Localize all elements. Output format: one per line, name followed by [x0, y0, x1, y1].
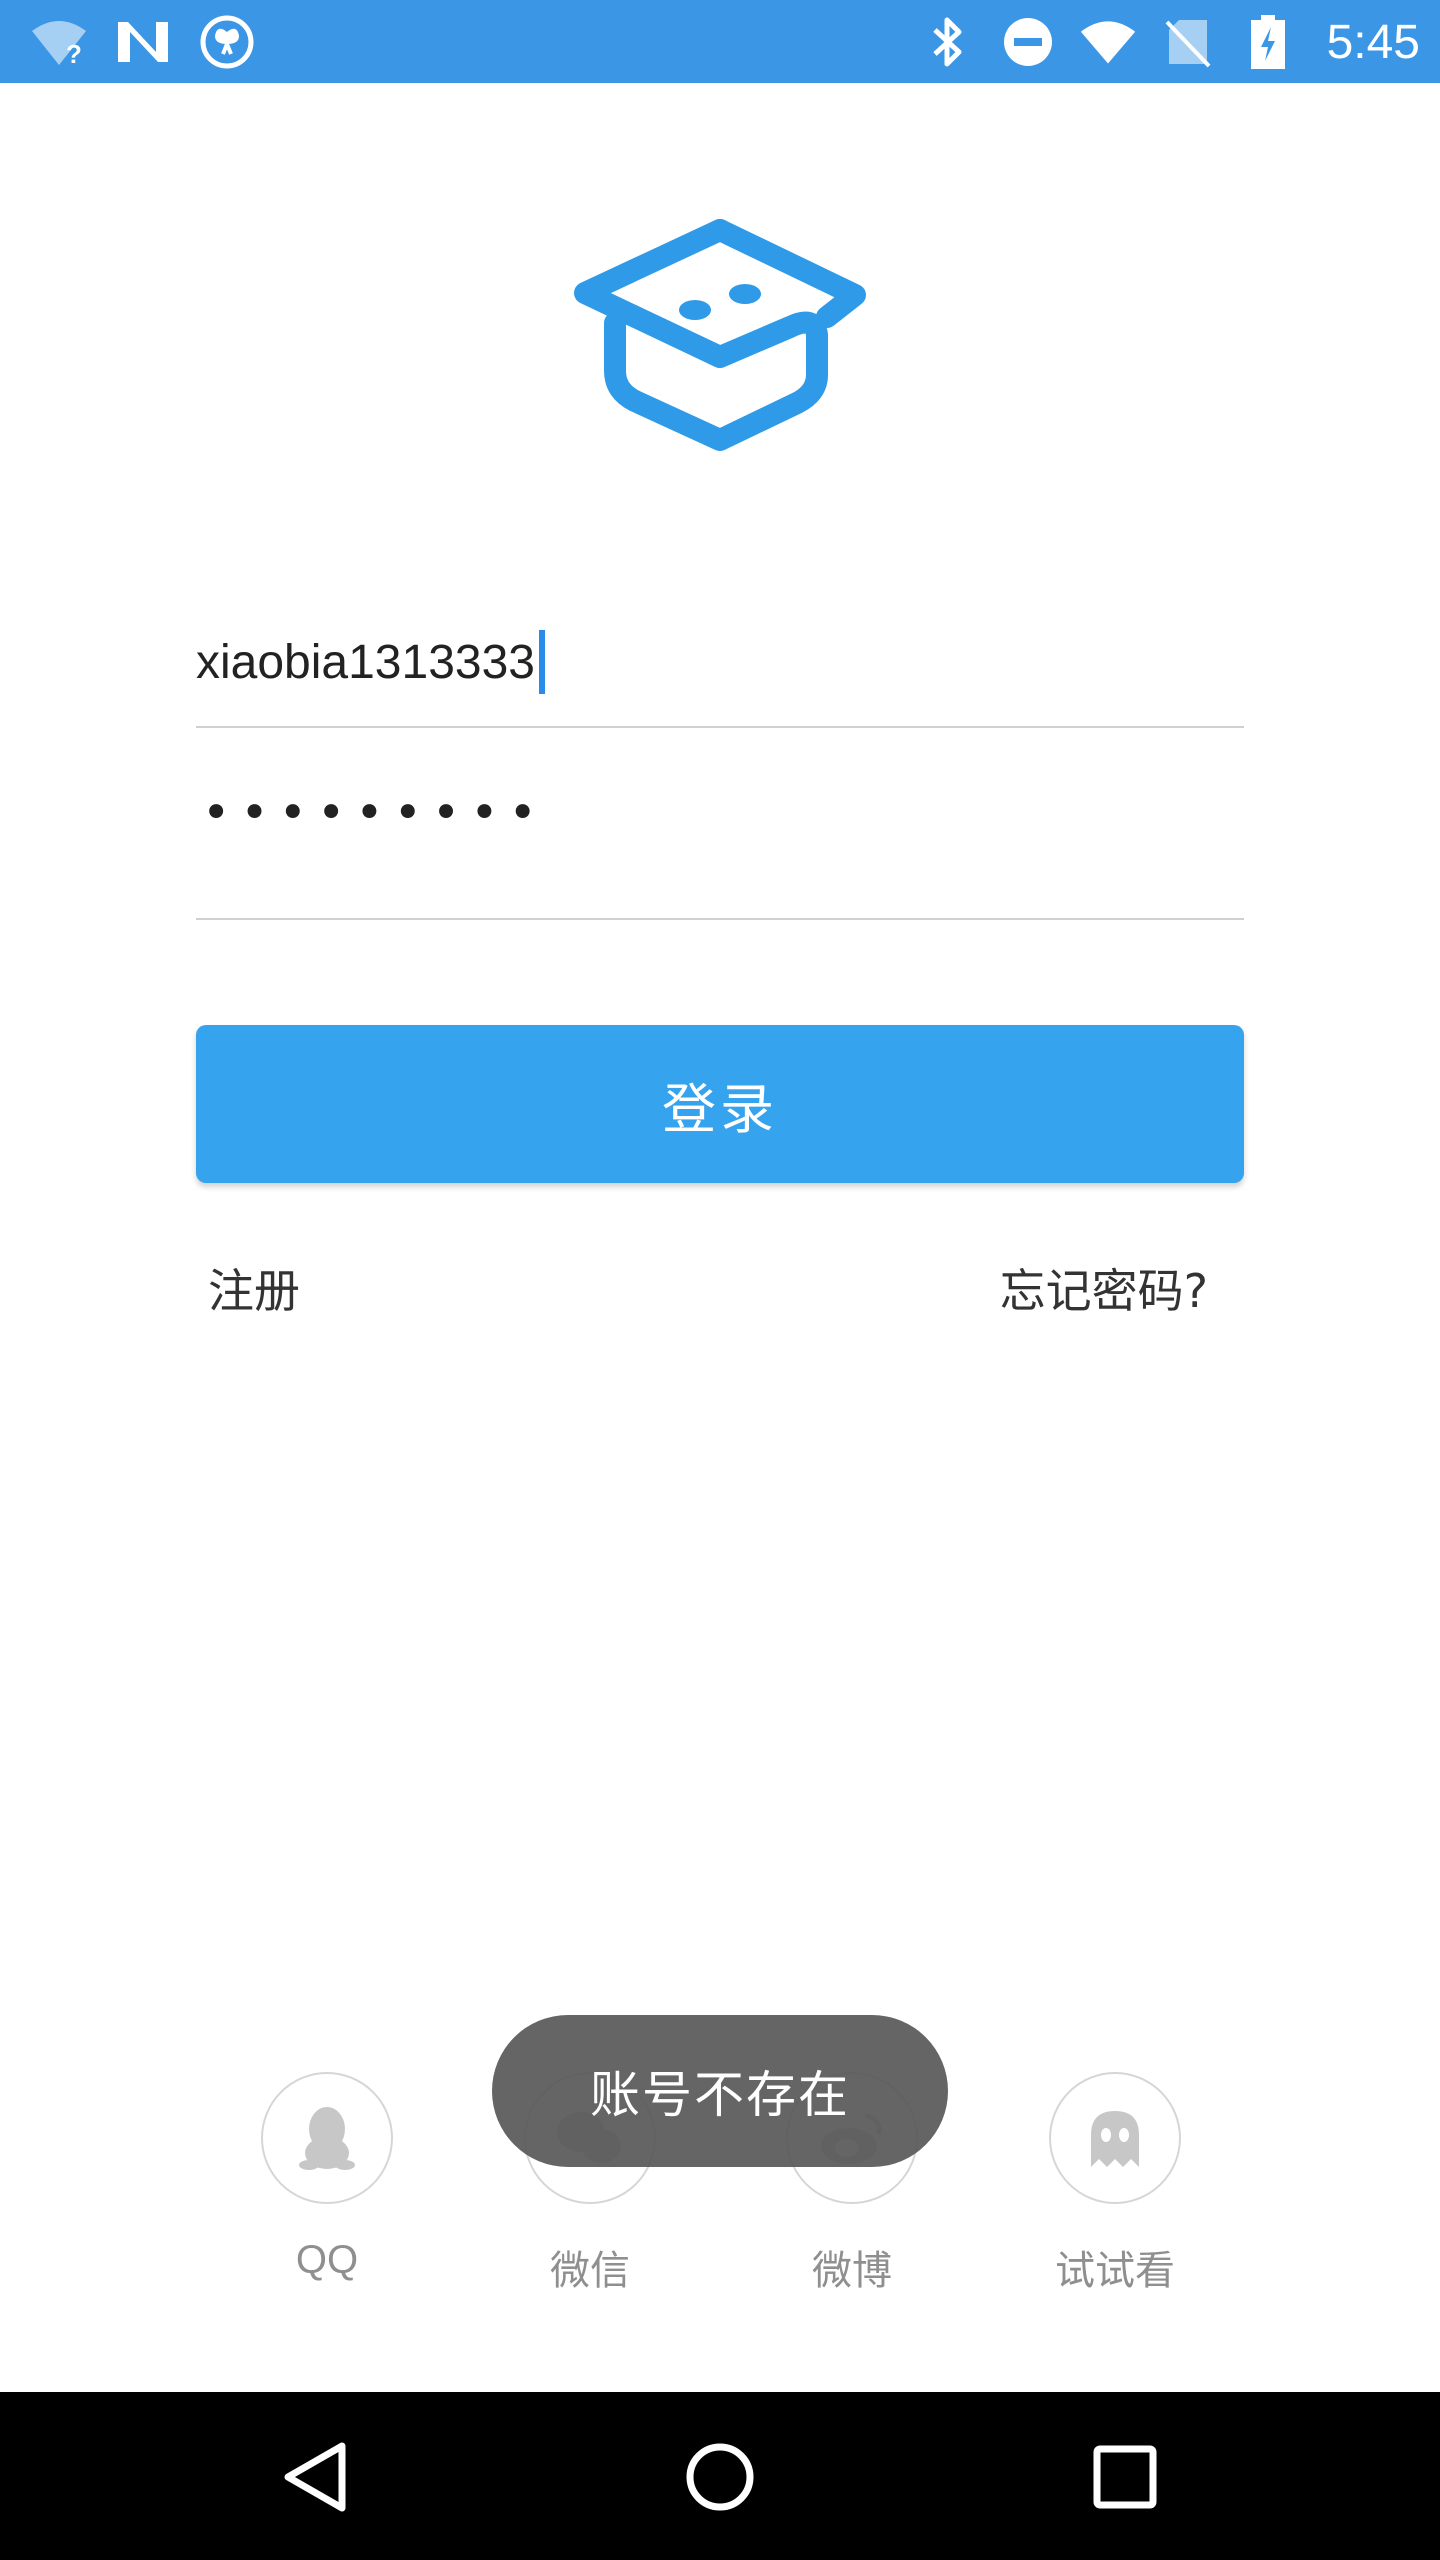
qq-penguin-icon	[299, 2107, 355, 2170]
social-label: QQ	[295, 2238, 359, 2282]
social-login-qq[interactable]: QQ	[257, 2072, 397, 2283]
register-link[interactable]: 注册	[208, 1255, 300, 1321]
navigation-bar	[0, 2392, 1440, 2560]
battery-charging-icon	[1239, 13, 1297, 71]
wifi-unknown-icon: ?	[30, 13, 88, 71]
login-screen: ? 5:45 xiaobia1313333 ••••••••• 登录 注册 忘记…	[0, 0, 1440, 2560]
social-label: 试试看	[1055, 2249, 1175, 2293]
qq-button[interactable]	[261, 2072, 393, 2204]
social-label: 微信	[550, 2249, 630, 2293]
try-button[interactable]	[1049, 2072, 1181, 2204]
toast-message: 账号不存在	[492, 2015, 948, 2167]
butterfly-app-icon	[198, 13, 256, 71]
login-button[interactable]: 登录	[196, 1025, 1244, 1183]
social-label: 微博	[812, 2249, 892, 2293]
home-icon[interactable]	[675, 2432, 765, 2522]
social-login-try[interactable]: 试试看	[1045, 2072, 1185, 2296]
wifi-icon	[1079, 13, 1137, 71]
password-input[interactable]: •••••••••	[202, 785, 547, 841]
no-sim-icon	[1159, 13, 1217, 71]
n-notification-icon	[114, 13, 172, 71]
do-not-disturb-icon	[999, 13, 1057, 71]
username-field[interactable]: xiaobia1313333	[196, 600, 1244, 728]
bluetooth-icon	[919, 13, 977, 71]
text-cursor	[538, 630, 545, 694]
clock: 5:45	[1326, 15, 1420, 69]
recents-icon[interactable]	[1080, 2432, 1170, 2522]
ghost-icon	[1091, 2111, 1139, 2167]
status-bar: ? 5:45	[0, 0, 1440, 83]
app-logo	[565, 215, 875, 465]
forgot-password-link[interactable]: 忘记密码?	[1000, 1255, 1208, 1321]
svg-text:?: ?	[66, 39, 82, 67]
username-input[interactable]: xiaobia1313333	[196, 635, 535, 690]
password-field[interactable]: •••••••••	[196, 765, 1244, 920]
back-icon[interactable]	[270, 2432, 360, 2522]
